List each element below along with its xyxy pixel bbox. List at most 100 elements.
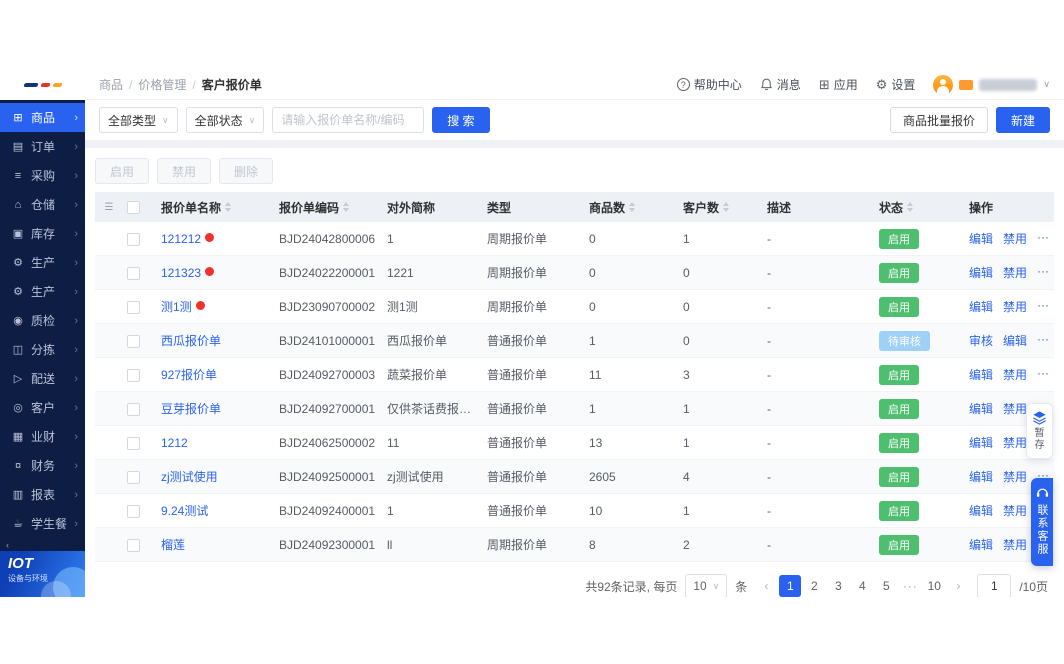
quote-name-link[interactable]: 榴莲 [161,538,185,552]
pager-prev-button[interactable]: ‹ [755,575,777,597]
sidebar-item-customer[interactable]: ◎ 客户 › [0,393,85,422]
breadcrumb-item[interactable]: 商品 [99,76,123,93]
quote-name-link[interactable]: 121323 [161,266,201,280]
user-menu[interactable]: ∨ [933,74,1050,95]
op-link[interactable]: 编辑 [969,536,993,553]
op-link[interactable]: 禁用 [1003,434,1027,451]
create-button[interactable]: 新建 [995,107,1050,133]
sidebar-item-delivery[interactable]: ▷ 配送 › [0,364,85,393]
column-header[interactable]: 状态 [875,199,965,216]
row-checkbox[interactable] [127,504,140,518]
row-checkbox[interactable] [127,402,140,416]
row-checkbox[interactable] [127,470,140,484]
op-link[interactable]: ··· [1037,264,1049,281]
batch-quote-button[interactable]: 商品批量报价 [889,107,988,133]
op-link[interactable]: 编辑 [969,400,993,417]
sidebar-collapse-icon[interactable]: ‹ [0,539,85,551]
page-jump-input[interactable] [977,574,1012,597]
op-link[interactable]: 编辑 [969,434,993,451]
op-link[interactable]: 编辑 [969,502,993,519]
select-all-checkbox[interactable] [127,201,140,215]
row-checkbox[interactable] [127,232,140,246]
quote-name-link[interactable]: zj测试使用 [161,470,218,484]
apps-button[interactable]: ⊞ 应用 [819,76,858,93]
column-header[interactable]: 报价单名称 [157,199,275,216]
sidebar-item-quality[interactable]: ◉ 质检 › [0,306,85,335]
quote-name-link[interactable]: 测1测 [161,300,192,314]
op-link[interactable]: 禁用 [1003,366,1027,383]
sidebar-item-purchase[interactable]: ≡ 采购 › [0,161,85,190]
type-select[interactable]: 全部类型 ∨ [99,107,178,133]
row-checkbox[interactable] [127,334,140,348]
sidebar-item-warehouse[interactable]: ⌂ 仓储 › [0,190,85,219]
sort-icon[interactable] [225,202,232,212]
quote-name-link[interactable]: 121212 [161,232,201,246]
pager-ellipsis[interactable]: ··· [899,575,921,597]
column-header[interactable]: 报价单编码 [275,199,383,216]
pager-page[interactable]: 5 [875,575,897,597]
row-checkbox[interactable] [127,436,140,450]
sidebar-item-sorting[interactable]: ◫ 分拣 › [0,335,85,364]
pager-page[interactable]: 10 [923,575,945,597]
op-link[interactable]: 禁用 [1003,502,1027,519]
bulk-disable-button[interactable]: 禁用 [157,158,212,184]
sidebar-item-orders[interactable]: ▤ 订单 › [0,132,85,161]
op-link[interactable]: ··· [1037,366,1049,383]
pager-page[interactable]: 1 [779,575,802,597]
op-link[interactable]: 编辑 [969,468,993,485]
op-link[interactable]: ··· [1037,230,1049,247]
quote-name-link[interactable]: 西瓜报价单 [161,334,221,348]
row-checkbox[interactable] [127,538,140,552]
messages-button[interactable]: 消息 [760,76,801,93]
quote-name-link[interactable]: 927报价单 [161,368,217,382]
sidebar-item-inventory[interactable]: ▣ 库存 › [0,219,85,248]
sidebar-item-production[interactable]: ⚙ 生产 › [0,248,85,277]
op-link[interactable]: 禁用 [1003,298,1027,315]
op-link[interactable]: 禁用 [1003,400,1027,417]
sidebar-item-production-2[interactable]: ⚙ 生产 › [0,277,85,306]
sidebar-item-business-finance[interactable]: ▦ 业财 › [0,422,85,451]
sidebar-item-finance[interactable]: ¤ 财务 › [0,451,85,480]
sidebar-item-reports[interactable]: ▥ 报表 › [0,480,85,509]
op-link[interactable]: 编辑 [1003,332,1027,349]
column-filter-icon[interactable]: ☰ [105,202,114,213]
quote-name-link[interactable]: 豆芽报价单 [161,402,221,416]
breadcrumb-item[interactable]: 价格管理 [138,76,186,93]
op-link[interactable]: ··· [1037,332,1049,349]
contact-service-button[interactable]: 联系客服 [1031,478,1053,566]
sort-icon[interactable] [343,202,350,212]
stash-float-button[interactable]: 暂存 [1026,403,1053,459]
column-header[interactable]: 商品数 [585,199,679,216]
page-size-select[interactable]: 10 ∨ [685,574,728,597]
quote-name-link[interactable]: 1212 [161,436,188,450]
op-link[interactable]: 编辑 [969,230,993,247]
status-select[interactable]: 全部状态 ∨ [185,107,265,133]
bulk-enable-button[interactable]: 启用 [95,158,150,184]
op-link[interactable]: 编辑 [969,264,993,281]
op-link[interactable]: 禁用 [1003,230,1027,247]
row-checkbox[interactable] [127,266,140,280]
op-link[interactable]: 禁用 [1003,264,1027,281]
op-link[interactable]: 编辑 [969,298,993,315]
settings-button[interactable]: ⚙ 设置 [876,76,916,93]
pager-page[interactable]: 2 [803,575,825,597]
help-center-button[interactable]: ? 帮助中心 [676,76,742,93]
pager-next-button[interactable]: › [947,575,969,597]
column-header[interactable]: 客户数 [679,199,763,216]
pager-page[interactable]: 4 [851,575,873,597]
op-link[interactable]: ··· [1037,298,1049,315]
op-link[interactable]: 禁用 [1003,536,1027,553]
sidebar-item-student-meal[interactable]: ☕ 学生餐 › [0,509,85,538]
bulk-delete-button[interactable]: 删除 [219,158,274,184]
op-link[interactable]: 编辑 [969,366,993,383]
op-link[interactable]: 禁用 [1003,468,1027,485]
sort-icon[interactable] [629,202,636,212]
quote-name-link[interactable]: 9.24测试 [161,504,208,518]
pager-page[interactable]: 3 [827,575,849,597]
sidebar-item-goods[interactable]: ⊞ 商品 › [0,103,85,132]
op-link[interactable]: 审核 [969,332,993,349]
row-checkbox[interactable] [127,300,140,314]
search-button[interactable]: 搜 索 [432,107,490,133]
search-input[interactable] [281,113,416,127]
sort-icon[interactable] [723,202,730,212]
